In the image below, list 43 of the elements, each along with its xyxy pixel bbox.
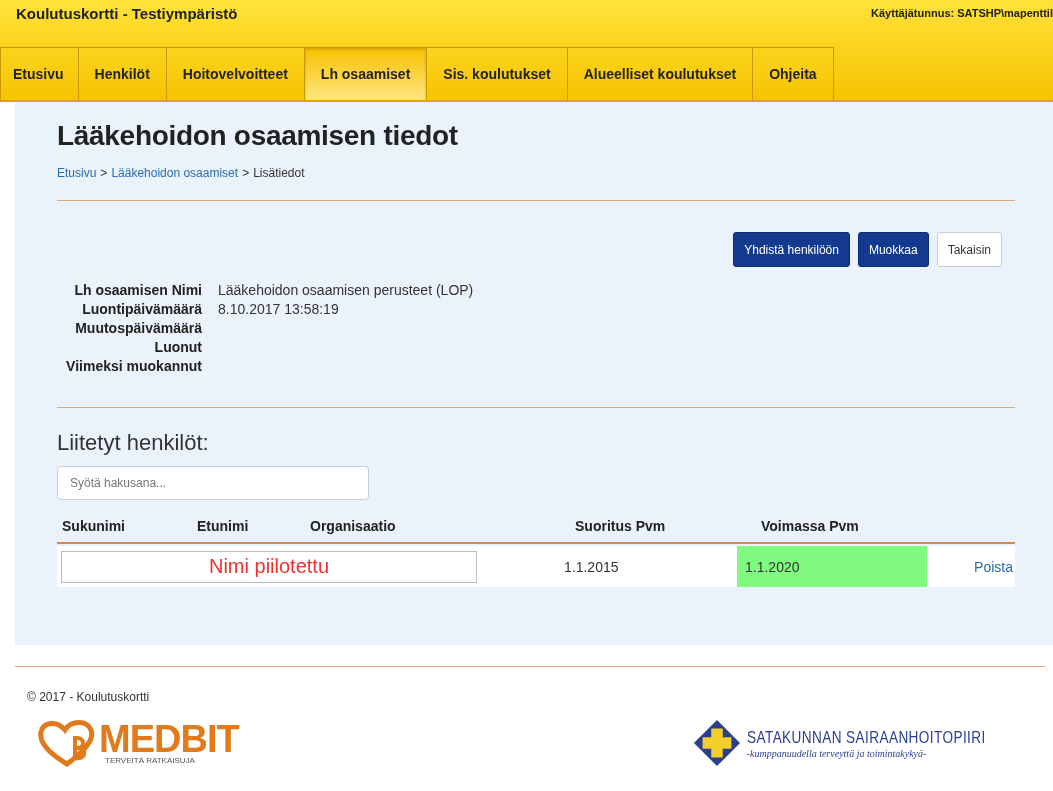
detail-value: Lääkehoidon osaamisen perusteet (LOP): [218, 282, 475, 298]
breadcrumb-separator: >: [242, 166, 250, 180]
column-header: Voimassa Pvm: [760, 518, 860, 534]
logo-tagline: TERVEITÄ RATKAISUJA: [105, 755, 196, 765]
detail-label: Luonut: [153, 339, 202, 355]
app-title: Koulutuskortti - Testiympäristö: [16, 4, 238, 22]
search-field[interactable]: Syötä hakusana...: [57, 466, 369, 500]
nav-tab[interactable]: Hoitovelvoitteet: [166, 47, 305, 100]
logo-name: MEDBIT: [99, 721, 239, 756]
breadcrumb-link[interactable]: Lääkehoidon osaamiset: [111, 166, 239, 180]
nav-tab[interactable]: Lh osaamiset: [304, 47, 428, 100]
detail-label: Lh osaamisen Nimi: [73, 282, 202, 298]
redaction-label: Nimi piilotettu: [208, 555, 329, 578]
logo-tagline: -kumppanuudella terveyttä ja toimintakykyä-: [746, 747, 928, 759]
detail-value: 8.10.2017 13:58:19: [218, 301, 340, 317]
table-cell: 1.1.2020: [737, 546, 927, 587]
breadcrumb-separator: >: [100, 166, 108, 180]
column-header: Sukunimi: [61, 518, 126, 534]
column-header: Organisaatio: [309, 518, 397, 534]
action-button[interactable]: Yhdistä henkilöön: [733, 232, 850, 267]
breadcrumb-current: Lisätiedot: [253, 166, 305, 180]
heart-logo-icon: [37, 718, 97, 768]
page-title: Lääkehoidon osaamisen tiedot: [57, 120, 459, 152]
detail-label: Luontipäivämäärä: [81, 301, 202, 317]
cross-logo-icon: [692, 719, 741, 767]
nav-tab[interactable]: Sis. koulutukset: [427, 47, 568, 100]
column-header: Suoritus Pvm: [574, 518, 667, 534]
copyright-text: © 2017 - Koulutuskortti: [27, 690, 151, 704]
delete-link[interactable]: Poista: [974, 558, 1013, 575]
detail-label: Muutospäivämäärä: [74, 320, 202, 336]
nav-tab[interactable]: Alueelliset koulutukset: [567, 47, 754, 100]
nav-tab[interactable]: Henkilöt: [78, 47, 167, 100]
nav-tab[interactable]: Ohjeita: [753, 47, 834, 100]
column-header: Etunimi: [196, 518, 250, 534]
back-button[interactable]: Takaisin: [936, 232, 1002, 267]
user-label: Käyttäjätunnus: SATSHP\mapenttil: [871, 7, 1053, 19]
nav-tab[interactable]: Etusivu: [0, 47, 79, 100]
breadcrumb-link[interactable]: Etusivu: [57, 166, 97, 180]
detail-label: Viimeksi muokannut: [65, 358, 202, 374]
logo-name: SATAKUNNAN SAIRAANHOITOPIIRI: [746, 727, 986, 748]
table-cell-text: 1.1.2015: [563, 557, 620, 577]
section-heading: Liitetyt henkilöt:: [57, 430, 210, 456]
action-button[interactable]: Muokkaa: [857, 232, 929, 267]
